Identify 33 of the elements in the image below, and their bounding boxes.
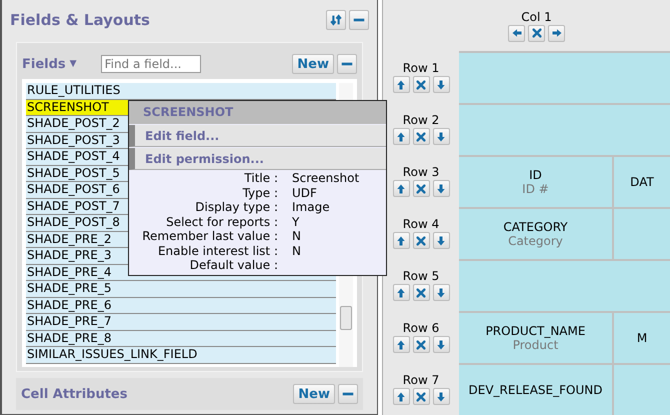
property-label: Default value : [188,258,278,272]
cell-field-name: PRODUCT_NAME [486,324,586,338]
row-label: Row 2 [402,113,440,127]
property-value: N [292,229,301,243]
cell-field-name: DAT [630,175,654,189]
row-label: Row 5 [402,269,440,283]
property-value: UDF [292,186,317,200]
property-label: Enable interest list : [156,244,278,258]
row-label: Row 3 [402,165,440,179]
row-label: Row 6 [402,321,440,335]
cell-field-name: M [636,331,648,345]
row-label: Row 7 [402,373,440,387]
property-label: Select for reports : [165,214,278,229]
row-label: Row 4 [402,217,440,231]
row-label: Row 1 [402,61,440,75]
property-value: Image [292,200,330,214]
property-value: Screenshot [292,171,360,185]
menu-title: SCREENSHOT [129,101,386,124]
cell-field-name: ID [529,168,542,182]
property-label: Remember last value : [141,229,278,244]
property-value: Y [292,214,300,228]
property-label: Title : [243,171,278,186]
cell-field-name: CATEGORY [503,220,568,234]
column-label: Col 1 [521,10,552,24]
cell-field-title: ID # [522,182,549,196]
cell-field-title: Category [508,234,563,248]
panel-title: Fields & Layouts [10,11,151,29]
property-label: Type : [242,186,278,200]
property-value: N [292,244,301,258]
cell-field-name: DEV_RELEASE_FOUND [468,383,602,397]
property-label: Display type : [194,200,278,214]
cell-attributes-title: Cell Attributes [21,386,128,402]
cell-field-title: Product [512,338,558,352]
